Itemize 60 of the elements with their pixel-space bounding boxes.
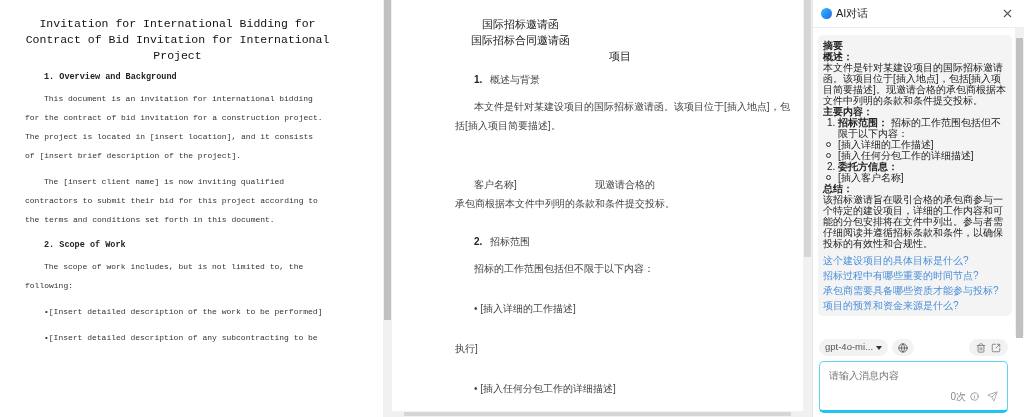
section-number: 1.: [474, 73, 483, 87]
document-title: 国际招标邀请函: [481, 17, 559, 32]
paragraph: 执行]: [455, 342, 479, 356]
logo-icon: [821, 8, 832, 19]
info-icon: [970, 392, 979, 401]
list-number: 2.: [827, 161, 836, 172]
list-item-text: [插入详细的工作描述]: [838, 139, 934, 150]
suggested-question[interactable]: 这个建设项目的具体目标是什么?: [823, 255, 969, 266]
section-heading: 招标范围: [490, 235, 531, 249]
summary-label: 概述：: [823, 51, 854, 62]
list-item-text: [插入客户名称]: [838, 172, 904, 183]
list-number: 1.: [827, 117, 836, 130]
paragraph: • [插入任何分包工作的详细描述]: [473, 382, 617, 396]
usage-count: 0次: [950, 390, 966, 404]
scrollbar-thumb[interactable]: [384, 0, 391, 320]
paragraph: The [insert client name] is now inviting qualified contractors to submit their bid for this project according to the terms and conditions set forth in this document.: [25, 176, 319, 226]
paragraph: 本文件是针对某建设项目的国际招标邀请函。该项目位于[插入地点]，包括[插入项目简要描述]。: [455, 100, 790, 133]
web-search-button[interactable]: [892, 339, 915, 356]
scrollbar-thumb[interactable]: [804, 0, 811, 257]
send-icon: [987, 391, 998, 402]
summary-paragraph: 该招标邀请旨在吸引合格的承包商参与一个特定的建设项目，详细的工作内容和可能的分包安排将在文件中列出。参与者需仔细阅读并遵循招标条款和条件，以确保投标的有效性和合规性。: [823, 194, 1004, 249]
suggested-question[interactable]: 招标过程中有哪些重要的时间节点?: [823, 270, 979, 281]
section-heading: 概述与背景: [490, 73, 541, 87]
suggested-question[interactable]: 承包商需要具备哪些资质才能参与投标?: [823, 285, 999, 296]
document-title: Invitation for International Bidding for Contract of Bid Invitation for International Project: [25, 16, 330, 64]
paragraph: •[Insert detailed description of the work to be performed]: [43, 306, 324, 318]
summary-label: 总结：: [823, 183, 854, 194]
caret-icon: [876, 345, 883, 350]
model-selector[interactable]: gpt-4o-mi...: [819, 339, 889, 356]
trash-icon: [976, 342, 986, 353]
paragraph: • [插入详细的工作描述]: [473, 302, 577, 316]
suggested-question[interactable]: 项目的预算和资金来源是什么?: [823, 300, 959, 311]
share-icon: [991, 342, 1001, 353]
close-icon: [1001, 7, 1014, 20]
summary-label: 主要内容：: [823, 106, 873, 117]
section-heading: 1. Overview and Background: [43, 71, 178, 84]
paragraph: This document is an invitation for international bidding for the contract of bid invitation for a construction project. The project is located in [insert location], and it consists of [insert brief description of the project].: [25, 93, 324, 162]
summary-label: 摘要: [823, 40, 844, 51]
section-number: 2.: [474, 235, 483, 249]
message-field[interactable]: 请输入消息内容: [829, 368, 998, 383]
paragraph-text: 客户名称]: [474, 178, 518, 192]
list-item-text: 委托方信息：: [838, 161, 899, 172]
scrollbar-thumb[interactable]: [1016, 38, 1023, 338]
document-subtitle: 项目: [609, 49, 631, 64]
delete-button[interactable]: [976, 342, 986, 353]
list-item-text: 招标范围： 招标的工作范围包括但不限于以下内容：: [838, 117, 1003, 139]
paragraph: •[Insert detailed description of any subcontracting to be: [43, 332, 319, 344]
globe-icon: [898, 342, 909, 353]
share-button[interactable]: [991, 342, 1001, 353]
document-title: 国际招标合同邀请函: [470, 33, 570, 48]
paragraph: 承包商根据本文件中列明的条款和条件提交投标。: [455, 197, 676, 211]
summary-paragraph: 本文件是针对某建设项目的国际招标邀请函。该项目位于[插入地点]，包括[插入项目简要描述]。现邀请合格的承包商根据本文件中列明的条款和条件提交投标。: [823, 62, 1007, 106]
paragraph: The scope of work includes, but is not limited to, the following:: [25, 261, 305, 292]
paragraph: 招标的工作范围包括但不限于以下内容：: [473, 262, 655, 276]
section-heading: 2. Scope of Work: [43, 239, 127, 252]
list-item-text: [插入任何分包工作的详细描述]: [838, 150, 974, 161]
panel-title: AI对话: [836, 6, 869, 22]
paragraph-text: 现邀请合格的: [595, 178, 655, 192]
message-input[interactable]: 请输入消息内容 0次: [819, 361, 1008, 413]
send-button[interactable]: [987, 391, 998, 402]
